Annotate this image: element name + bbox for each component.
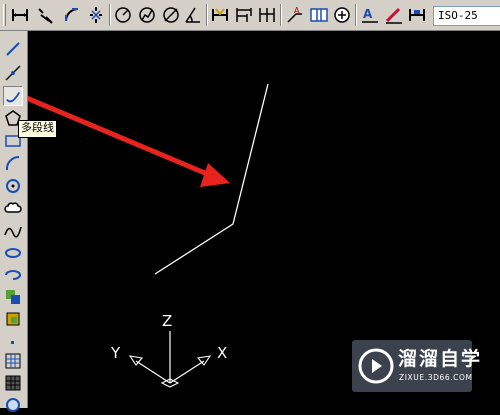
draw-toolbar — [0, 31, 28, 412]
ucs-y-label: Y — [110, 344, 121, 362]
toolbar-separator — [280, 4, 281, 26]
arc-icon[interactable] — [3, 153, 23, 173]
radius-dimension-icon[interactable] — [113, 5, 133, 25]
angular-dimension-icon[interactable] — [183, 5, 203, 25]
watermark-logo: 溜溜自学 ZIXUE.3D66.COM — [352, 340, 480, 392]
dimension-style-select[interactable]: ISO-25 — [433, 6, 500, 26]
hatch-icon[interactable] — [3, 351, 23, 371]
polyline-tooltip: 多段线 — [18, 120, 57, 138]
baseline-icon[interactable] — [234, 5, 254, 25]
line-icon[interactable] — [3, 39, 23, 59]
toolbar-separator — [355, 4, 356, 26]
ucs-x-label: X — [217, 344, 227, 362]
quick-dimension-icon[interactable] — [210, 5, 230, 25]
toolbar-separator — [206, 4, 207, 26]
make-block-icon[interactable] — [3, 309, 23, 329]
point-icon[interactable] — [3, 333, 23, 353]
dimension-update-icon[interactable] — [407, 5, 427, 25]
arc-length-icon[interactable] — [62, 5, 82, 25]
ellipse-arc-icon[interactable] — [3, 265, 23, 285]
linear-dimension-icon[interactable] — [10, 5, 30, 25]
toolbar-grip[interactable] — [3, 4, 6, 26]
svg-text:A: A — [363, 7, 373, 21]
annotation-arrow — [28, 95, 230, 187]
ucs-icon: Z X Y — [110, 312, 227, 388]
center-mark-icon[interactable] — [332, 5, 352, 25]
tolerance-icon[interactable] — [309, 5, 329, 25]
gradient-icon[interactable] — [3, 373, 23, 393]
dimension-toolbar: A A ISO-25 — [0, 0, 500, 31]
watermark-url: ZIXUE.3D66.COM — [399, 373, 473, 382]
dimension-text-edit-icon[interactable] — [384, 5, 404, 25]
toolbar-separator — [109, 4, 110, 26]
circle-icon[interactable] — [3, 176, 23, 196]
construction-line-icon[interactable] — [3, 63, 23, 83]
play-logo-icon — [358, 348, 394, 384]
revision-cloud-icon[interactable] — [3, 198, 23, 218]
insert-block-icon[interactable] — [3, 287, 23, 307]
diameter-dimension-icon[interactable] — [161, 5, 181, 25]
dimension-edit-icon[interactable]: A — [360, 5, 380, 25]
svg-text:A: A — [294, 6, 300, 15]
spline-icon[interactable] — [3, 221, 23, 241]
continue-icon[interactable] — [257, 5, 277, 25]
ellipse-icon[interactable] — [3, 243, 23, 263]
region-icon[interactable] — [3, 395, 23, 415]
polyline-icon[interactable] — [3, 86, 23, 106]
quick-leader-icon[interactable]: A — [285, 5, 305, 25]
jogged-icon[interactable] — [137, 5, 157, 25]
watermark-title: 溜溜自学 — [398, 348, 483, 370]
ucs-z-label: Z — [162, 312, 172, 330]
ordinate-dimension-icon[interactable] — [86, 5, 106, 25]
aligned-dimension-icon[interactable] — [36, 5, 56, 25]
